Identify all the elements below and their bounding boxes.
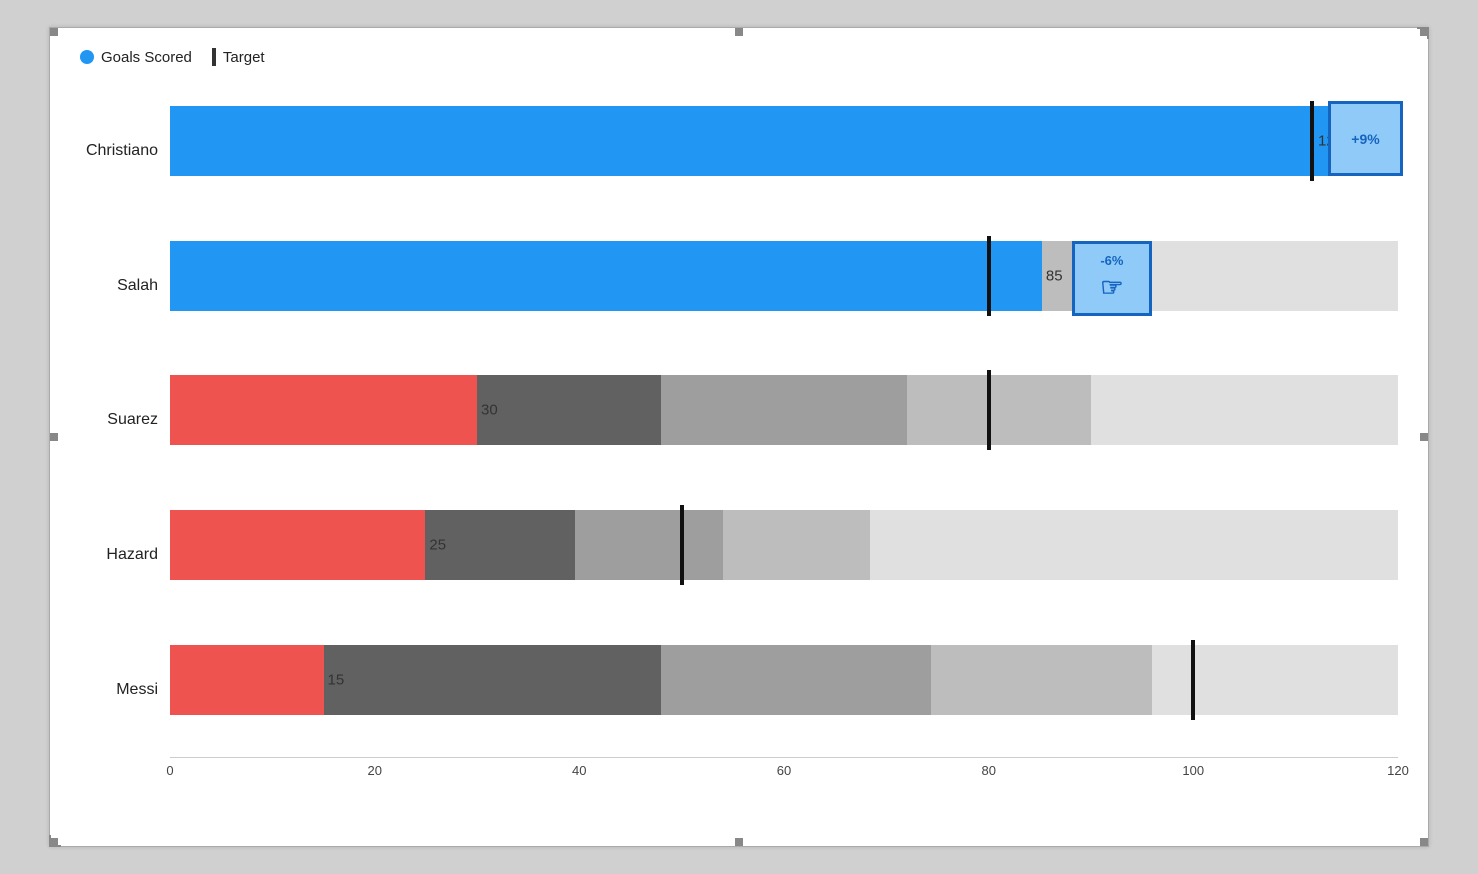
target-salah [987, 236, 991, 316]
bg-seg2 [575, 510, 722, 580]
bg-seg2 [661, 645, 931, 715]
bg-seg2 [661, 375, 907, 445]
y-label-christiano: Christiano [80, 142, 170, 160]
bg-track-messi [170, 645, 1398, 715]
x-tick-0: 0 [166, 763, 173, 778]
target-label: Target [223, 49, 265, 66]
bar-row-messi: 15 [170, 635, 1398, 745]
y-labels: Christiano Salah Suarez Hazard Messi [80, 84, 170, 787]
legend-target: Target [212, 48, 265, 66]
bg-seg3 [723, 510, 870, 580]
y-label-messi: Messi [80, 681, 170, 699]
bar-fg-hazard [170, 510, 425, 580]
highlight-christiano[interactable]: +9% [1328, 101, 1403, 176]
resize-ml[interactable] [50, 433, 58, 441]
highlight-salah[interactable]: -6% ☞ [1072, 241, 1152, 316]
x-tick-80: 80 [981, 763, 995, 778]
x-tick-40: 40 [572, 763, 586, 778]
bar-fg-salah [170, 241, 1042, 311]
resize-tm[interactable] [735, 28, 743, 36]
blue-bar-salah [170, 241, 1042, 311]
chart-area: Christiano Salah Suarez Hazard Messi [80, 84, 1398, 787]
x-tick-60: 60 [777, 763, 791, 778]
red-bar-suarez [170, 375, 477, 445]
legend-goals: Goals Scored [80, 49, 192, 66]
bar-fg-suarez [170, 375, 477, 445]
target-messi [1191, 640, 1195, 720]
blue-bar-christiano [170, 106, 1398, 176]
goals-label: Goals Scored [101, 49, 192, 66]
goals-dot [80, 50, 94, 64]
value-salah: 85 [1046, 267, 1063, 284]
value-hazard: 25 [429, 537, 446, 554]
y-label-hazard: Hazard [80, 546, 170, 564]
resize-tl[interactable] [50, 28, 58, 36]
resize-bm[interactable] [735, 838, 743, 846]
bar-fg-messi [170, 645, 324, 715]
x-axis: 0 20 40 60 80 100 120 [170, 757, 1398, 787]
red-bar-messi [170, 645, 324, 715]
resize-bl[interactable] [50, 838, 58, 846]
resize-br[interactable] [1420, 838, 1428, 846]
resize-mr[interactable] [1420, 433, 1428, 441]
bar-row-hazard: 25 [170, 500, 1398, 610]
bar-row-suarez: 30 [170, 365, 1398, 475]
y-label-salah: Salah [80, 277, 170, 295]
bars-area: 120 +9% 85 [170, 84, 1398, 757]
value-suarez: 30 [481, 402, 498, 419]
legend: Goals Scored Target [80, 48, 1398, 66]
bg-seg3 [907, 375, 1091, 445]
value-messi: 15 [328, 671, 345, 688]
chart-container: Goals Scored Target Christiano Salah Sua… [49, 27, 1429, 847]
bar-row-salah: 85 -6% ☞ [170, 231, 1398, 341]
target-line-icon [212, 48, 216, 66]
cursor-salah-icon: ☞ [1100, 272, 1123, 303]
bar-fg-christiano [170, 106, 1398, 176]
bg-seg4 [1091, 375, 1398, 445]
x-tick-120: 120 [1387, 763, 1409, 778]
y-label-suarez: Suarez [80, 411, 170, 429]
x-tick-100: 100 [1182, 763, 1204, 778]
red-bar-hazard [170, 510, 425, 580]
bar-row-christiano: 120 +9% [170, 96, 1398, 206]
bg-seg4 [870, 510, 1398, 580]
target-suarez [987, 370, 991, 450]
bg-seg3 [931, 645, 1152, 715]
target-hazard [680, 505, 684, 585]
x-tick-20: 20 [367, 763, 381, 778]
highlight-salah-label: -6% [1100, 253, 1123, 268]
target-christiano [1310, 101, 1314, 181]
bg-seg4 [1152, 645, 1398, 715]
resize-tr[interactable] [1420, 28, 1428, 36]
chart-plot: 120 +9% 85 [170, 84, 1398, 787]
